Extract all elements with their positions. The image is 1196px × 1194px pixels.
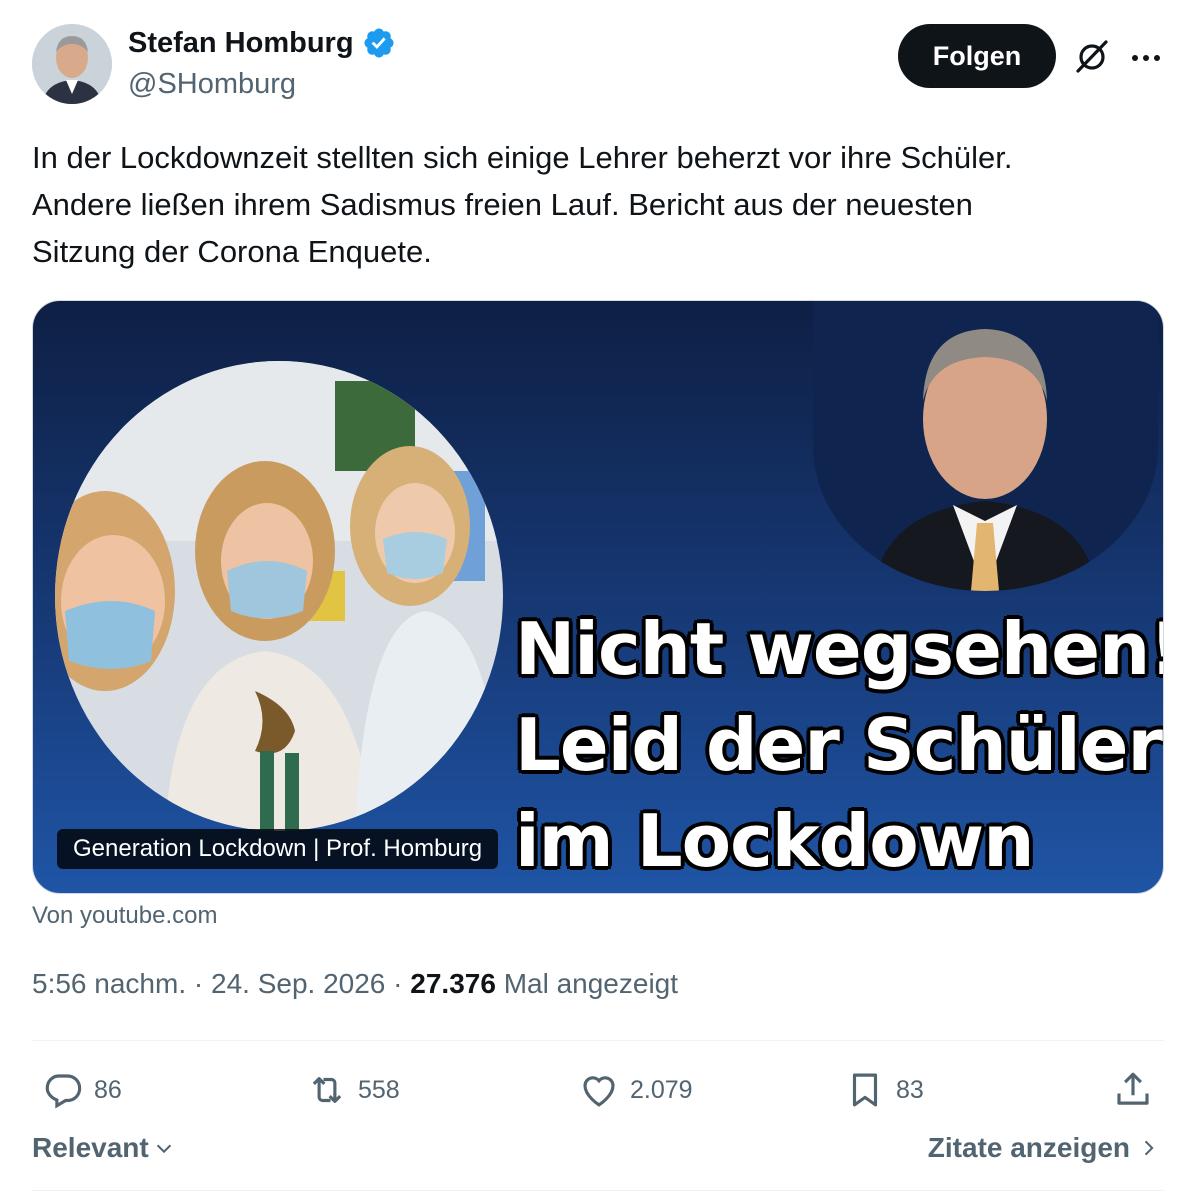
more-options-icon[interactable] [1128, 40, 1164, 76]
share-icon [1117, 1072, 1149, 1105]
grok-icon[interactable] [1072, 36, 1112, 76]
thumbnail-headline: Nicht wegsehen! Leid der Schüler im Lock… [515, 601, 1164, 889]
sort-dropdown[interactable]: Relevant [32, 1132, 175, 1164]
repost-button[interactable]: 558 [306, 1066, 400, 1114]
quotes-label: Zitate anzeigen [927, 1132, 1130, 1163]
bookmark-icon [852, 1073, 878, 1107]
chevron-right-icon [1144, 1140, 1154, 1156]
name-row: Stefan Homburg [128, 26, 396, 60]
avatar-photo [32, 24, 112, 104]
repost-count: 558 [358, 1075, 400, 1104]
media-caption: Generation Lockdown | Prof. Homburg [57, 829, 499, 869]
sort-label: Relevant [32, 1132, 149, 1163]
handle[interactable]: @SHomburg [128, 68, 296, 101]
view-quotes-link[interactable]: Zitate anzeigen [928, 1132, 1158, 1164]
divider [32, 1190, 1164, 1191]
reply-button[interactable]: 86 [42, 1066, 122, 1114]
link-card-media[interactable]: Nicht wegsehen! Leid der Schüler im Lock… [32, 300, 1164, 894]
bookmark-count: 83 [896, 1075, 924, 1104]
reply-icon [45, 1074, 82, 1109]
views-label: Mal angezeigt [503, 968, 679, 999]
action-bar: 86 558 2.079 83 [32, 1066, 1164, 1114]
bookmark-button[interactable]: 83 [844, 1066, 924, 1114]
tweet-date[interactable]: 24. Sep. 2026 [211, 968, 385, 999]
meta-separator: · [193, 968, 204, 999]
divider [32, 1040, 1164, 1041]
avatar[interactable] [32, 24, 112, 104]
like-button[interactable]: 2.079 [578, 1066, 693, 1114]
display-name[interactable]: Stefan Homburg [128, 27, 354, 60]
like-count: 2.079 [630, 1075, 693, 1104]
tweet-text-line: Sitzung der Corona Enquete. [32, 234, 432, 269]
speaker-portrait [813, 301, 1158, 591]
share-button[interactable] [1112, 1066, 1154, 1114]
link-source[interactable]: Von youtube.com [32, 902, 217, 930]
tweet-text-line: Andere ließen ihrem Sadismus freien Lauf… [32, 187, 973, 222]
tweet-text-line: In der Lockdownzeit stellten sich einige… [32, 140, 1013, 175]
tweet-meta: 5:56 nachm. · 24. Sep. 2026 · 27.376 Mal… [32, 968, 678, 1000]
verified-badge-icon[interactable] [362, 26, 396, 60]
views-count: 27.376 [410, 968, 496, 999]
tweet-time[interactable]: 5:56 nachm. [32, 968, 186, 999]
tweet-text: In der Lockdownzeit stellten sich einige… [32, 134, 1164, 275]
tweet-header: Stefan Homburg @SHomburg Folgen [32, 24, 1164, 104]
meta-separator: · [393, 968, 403, 999]
heart-icon [583, 1076, 615, 1107]
reply-count: 86 [94, 1075, 122, 1104]
headline-line: im Lockdown [515, 799, 1034, 883]
repost-icon [312, 1077, 342, 1103]
chevron-down-icon [156, 1144, 171, 1154]
follow-button[interactable]: Folgen [898, 24, 1056, 88]
headline-line: Leid der Schüler [515, 703, 1163, 787]
headline-line: Nicht wegsehen! [515, 607, 1164, 691]
classroom-photo [55, 361, 503, 831]
reply-sort-row: Relevant Zitate anzeigen [32, 1132, 1164, 1172]
